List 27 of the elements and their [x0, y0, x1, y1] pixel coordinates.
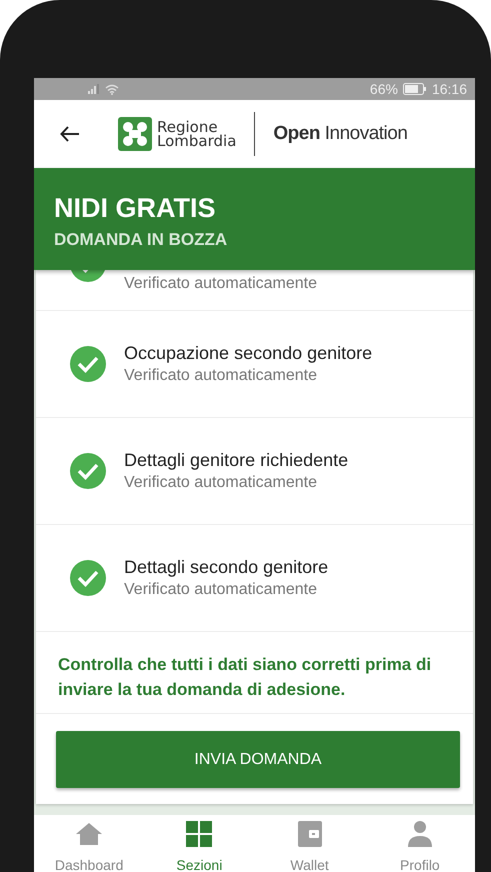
item-title: Dettagli secondo genitore: [124, 557, 328, 578]
item-title: Dettagli genitore richiedente: [124, 450, 348, 471]
grid-icon: [184, 821, 214, 847]
notice-text: Controlla che tutti i dati siano corretti prima di inviare la tua domanda di adesione.: [36, 632, 473, 714]
banner-subtitle: DOMANDA IN BOZZA: [54, 230, 228, 250]
nav-tab[interactable]: Profilo: [374, 821, 465, 872]
signal-icon: [88, 84, 100, 94]
battery-icon: [402, 83, 427, 95]
brand-name: Open Innovation: [273, 123, 408, 145]
nav-tab[interactable]: Sezioni: [154, 821, 244, 872]
item-status: Verificato automaticamente: [124, 275, 317, 293]
logo-icon: [118, 117, 152, 151]
logo-text-line: Regione: [157, 120, 218, 134]
clock-time: 16:16: [432, 81, 467, 97]
item-status: Verificato automaticamente: [124, 367, 318, 385]
item-status: Verificato automaticamente: [124, 581, 318, 599]
submit-button[interactable]: INVIA DOMANDA: [56, 731, 460, 788]
nav-tab[interactable]: Wallet: [264, 821, 355, 872]
nav-tab[interactable]: Dashboard: [44, 821, 134, 872]
back-arrow-icon[interactable]: [60, 126, 80, 142]
wifi-icon: [105, 84, 119, 94]
home-icon: [74, 821, 104, 847]
item-title: Occupazione secondo genitore: [124, 343, 372, 364]
item-status: Verificato automaticamente: [124, 474, 318, 492]
logo-text-line: Lombardia: [157, 134, 236, 148]
battery-percentage: 66%: [370, 81, 398, 97]
banner-title: NIDI GRATIS: [54, 193, 216, 224]
